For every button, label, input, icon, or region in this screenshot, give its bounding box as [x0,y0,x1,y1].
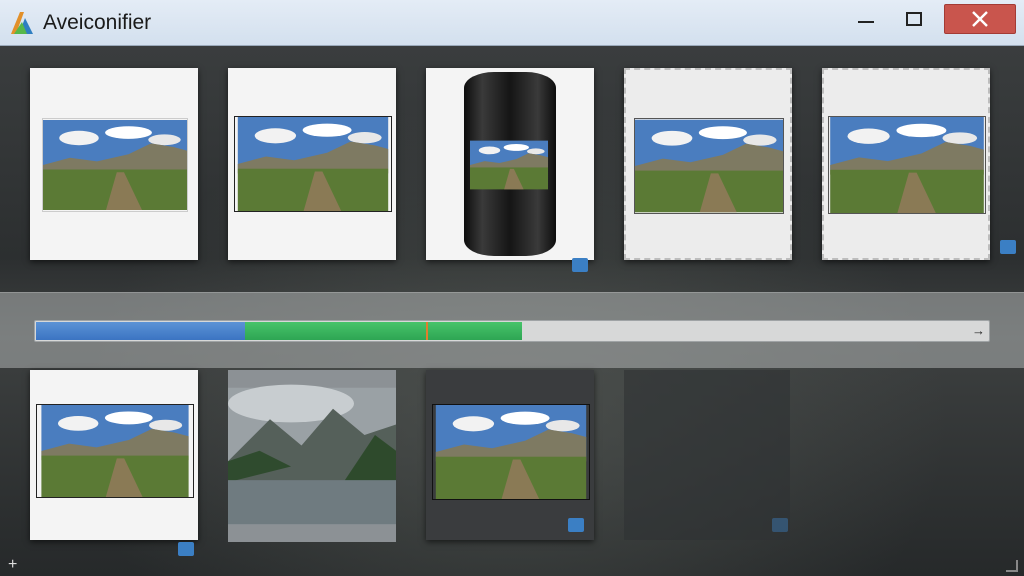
thumbnail-mountain-lake[interactable] [228,370,396,542]
thumbnail-image [432,404,590,500]
thumbnail-dark-frame[interactable] [426,370,594,540]
app-window: Aveiconifier → + [0,0,1024,576]
arrow-right-icon[interactable]: → [972,323,985,338]
thumbnail-image [36,404,194,498]
title-bar: Aveiconifier [0,0,1024,46]
thumbnail-paper-plain[interactable] [228,68,396,260]
thumbnail-gallery: → + [0,46,1024,576]
plus-icon[interactable]: + [8,556,17,574]
thumbnail-torn-edge[interactable] [822,68,1016,260]
close-icon [972,11,988,27]
image-icon [772,518,788,532]
minimize-button[interactable] [842,4,890,34]
cylinder-effect [464,72,556,256]
maximize-button[interactable] [890,4,938,34]
maximize-icon [906,12,922,26]
thumbnail-image [234,116,392,212]
thumbnail-paper-curled[interactable] [30,370,198,556]
thumbnail-image [634,118,784,214]
progress-segment-green [245,322,522,340]
close-button[interactable] [944,4,1016,34]
thumbnail-image [470,118,548,212]
progress-panel: → [0,292,1024,368]
image-icon [1000,240,1016,254]
thumbnail-image [228,370,396,542]
thumbnail-faded[interactable] [624,370,790,540]
image-icon [568,518,584,532]
app-logo-icon [9,10,35,36]
progress-marker [426,322,429,340]
thumbnail-paper-border[interactable] [30,68,198,260]
resize-grip-icon[interactable] [1006,560,1018,572]
image-icon [178,542,194,556]
progress-segment-blue [36,322,246,340]
thumbnail-cylinder[interactable] [426,68,594,272]
thumbnail-image [828,116,986,214]
thumbnail-image [42,118,188,212]
progress-bar: → [34,320,990,342]
thumbnail-torn-edge[interactable] [624,68,792,260]
minimize-icon [858,21,874,23]
image-icon [572,258,588,272]
window-title: Aveiconifier [43,11,152,34]
